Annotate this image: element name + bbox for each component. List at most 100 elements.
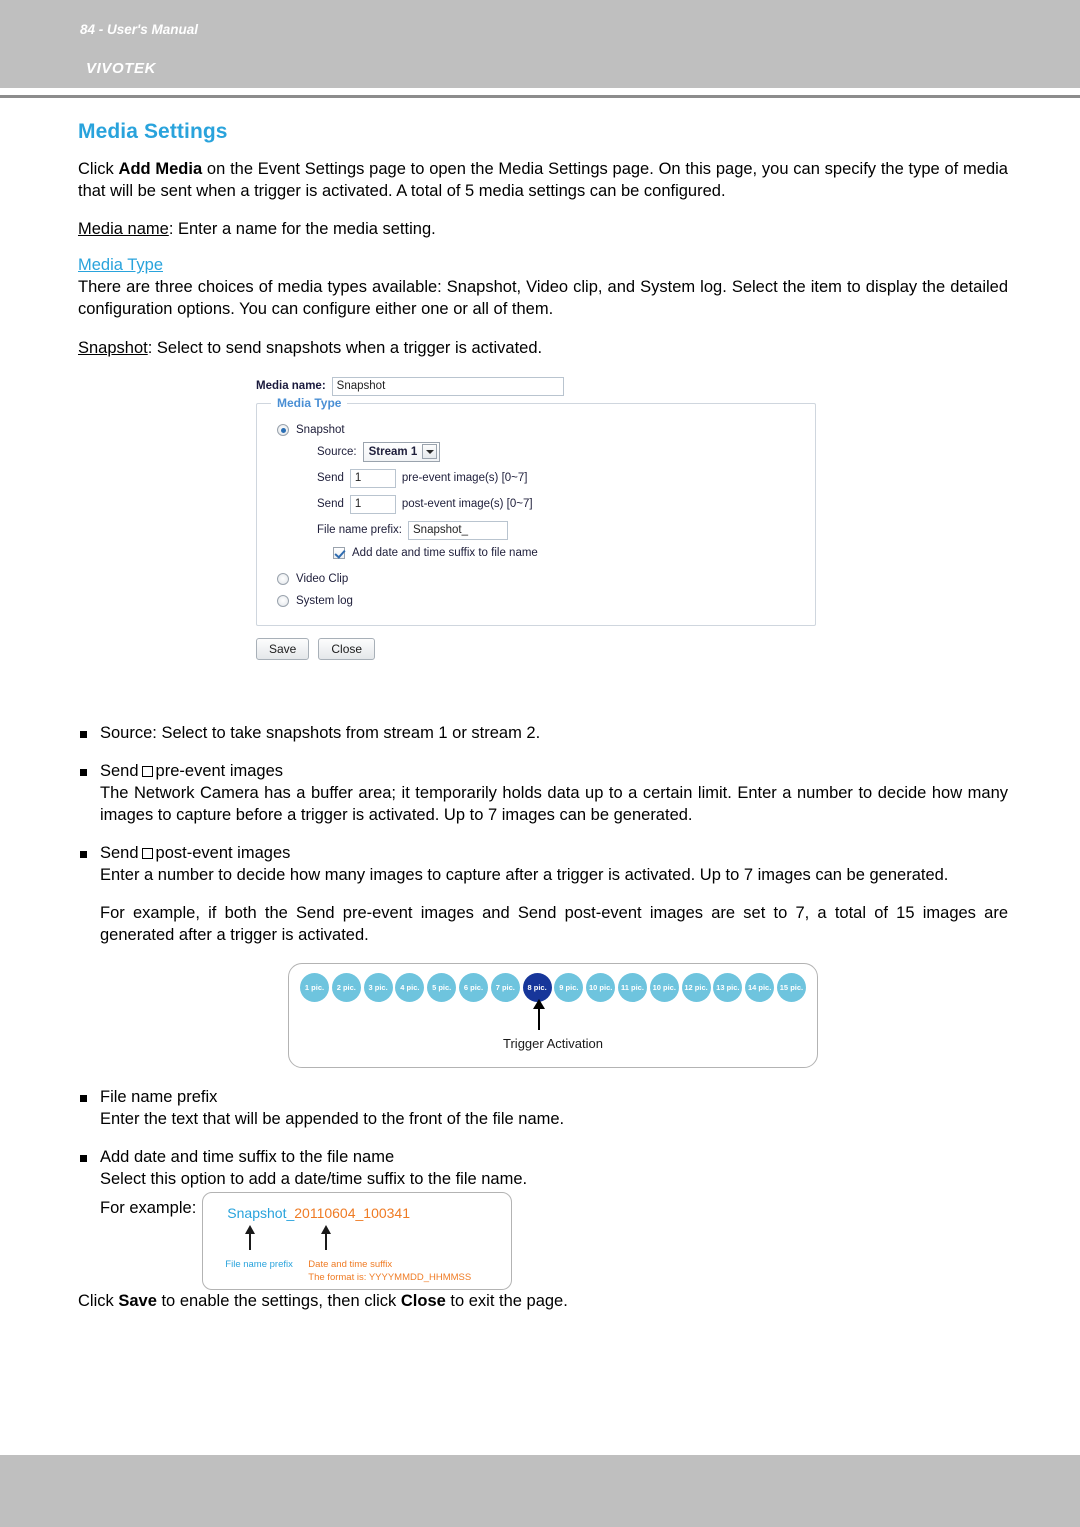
- radio-system-log-label: System log: [296, 594, 353, 607]
- pre-event-row: Send pre-event image(s) [0~7]: [317, 468, 803, 488]
- source-row: Source: Stream 1: [317, 441, 803, 462]
- radio-snapshot-icon[interactable]: [277, 423, 289, 436]
- media-type-paragraph: There are three choices of media types a…: [78, 278, 1008, 319]
- media-name-field-label: Media name:: [256, 380, 326, 393]
- bullet-pre-event-body: The Network Camera has a buffer area; it…: [100, 783, 1008, 824]
- post-event-send-label: Send: [317, 498, 344, 511]
- dialog-button-row: Save Close: [256, 637, 816, 660]
- media-name-input[interactable]: [331, 376, 564, 396]
- post-event-suffix-label: post-event image(s) [0~7]: [401, 498, 533, 511]
- inline-checkbox-icon: [141, 765, 153, 777]
- file-name-prefix-input[interactable]: [408, 520, 509, 540]
- example-paragraph: For example, if both the Send pre-event …: [100, 904, 1008, 945]
- filename-suffix-text: 20110604_100341: [294, 1204, 411, 1221]
- inline-checkbox-icon-2: [141, 848, 153, 860]
- header-divider: [0, 95, 1080, 98]
- add-suffix-checkbox-row[interactable]: Add date and time suffix to file name: [333, 546, 803, 559]
- footer-page-label: 84 - User's Manual: [80, 22, 199, 37]
- page-content: Media Settings Click Add Media on the Ev…: [78, 120, 1008, 1328]
- page-title: Media Settings: [78, 120, 228, 143]
- intro-paragraph: Click Add Media on the Event Settings pa…: [78, 158, 1008, 202]
- page-footer-band: [0, 1455, 1080, 1527]
- timeline-dot: 15 pic.: [776, 972, 806, 1002]
- closing-mid: to enable the settings, then click: [156, 1291, 401, 1310]
- timeline-dot: 5 pic.: [427, 972, 457, 1002]
- file-name-prefix-row: File name prefix:: [317, 520, 803, 540]
- snapshot-rest: : Select to send snapshots when a trigge…: [147, 338, 543, 357]
- checkbox-add-suffix-icon[interactable]: [333, 546, 345, 559]
- pre-event-suffix-label: pre-event image(s) [0~7]: [401, 472, 528, 485]
- prefix-arrow-icon: [244, 1224, 255, 1250]
- bullet-post-event-head: Send post-event images: [100, 842, 1008, 864]
- caption-file-name-prefix: File name prefix: [225, 1258, 293, 1270]
- bullet-source: Source: Select to take snapshots from st…: [78, 722, 1008, 744]
- closing-post: to exit the page.: [445, 1291, 568, 1310]
- timeline-dot: 12 pic.: [681, 972, 711, 1002]
- media-name-term: Media name: [78, 220, 169, 239]
- bullet-add-suffix-head: Add date and time suffix to the file nam…: [100, 1147, 395, 1166]
- caption-date-time-suffix: Date and time suffix: [308, 1258, 393, 1270]
- bullet-pre-event-head: Send pre-event images: [100, 760, 1008, 782]
- timeline-dot: 14 pic.: [745, 972, 775, 1002]
- timeline-dot: 11 pic.: [617, 972, 647, 1002]
- closing-bold-close: Close: [400, 1291, 446, 1310]
- timeline-dot: 9 pic.: [554, 972, 584, 1002]
- file-name-prefix-label: File name prefix:: [317, 524, 403, 537]
- snapshot-options-group: Source: Stream 1 Send pre-event image(s)…: [317, 441, 803, 559]
- source-select[interactable]: Stream 1: [362, 441, 441, 462]
- close-button[interactable]: Close: [318, 637, 376, 660]
- pre-event-count-input[interactable]: [349, 468, 396, 488]
- filename-example-row: For example: Snapshot_20110604_100341 Fi…: [78, 1191, 1008, 1290]
- save-button[interactable]: Save: [256, 637, 310, 660]
- filename-prefix-text: Snapshot_: [227, 1204, 295, 1221]
- brand-logo: VIVOTEK: [86, 60, 157, 77]
- radio-option-snapshot[interactable]: Snapshot: [277, 423, 803, 436]
- bullet-pre-event: Send pre-event images The Network Camera …: [78, 760, 1008, 826]
- media-name-rest: : Enter a name for the media setting.: [168, 220, 436, 239]
- radio-option-video-clip[interactable]: Video Clip: [277, 572, 803, 585]
- bullet-add-suffix: Add date and time suffix to the file nam…: [78, 1146, 1008, 1190]
- post-event-count-input[interactable]: [349, 494, 396, 514]
- timeline-dot: 13 pic.: [713, 972, 743, 1002]
- post-event-row: Send post-event image(s) [0~7]: [317, 494, 803, 514]
- chevron-down-icon[interactable]: [422, 444, 438, 460]
- closing-paragraph: Click Save to enable the settings, then …: [78, 1290, 1008, 1312]
- bullet-post-event-head-post: post-event images: [155, 844, 291, 863]
- timeline-dot-active: 8 pic.: [522, 972, 552, 1002]
- bullet-file-name-prefix-head: File name prefix: [100, 1087, 218, 1106]
- radio-system-log-icon[interactable]: [277, 594, 289, 607]
- timeline-dot: 10 pic.: [649, 972, 679, 1002]
- bullet-post-event-head-pre: Send: [100, 844, 139, 863]
- bullet-pre-event-head-post: pre-event images: [155, 761, 284, 780]
- media-name-row: Media name:: [256, 376, 816, 396]
- intro-bold-add-media: Add Media: [118, 160, 203, 178]
- filename-example-text: Snapshot_20110604_100341: [227, 1205, 410, 1221]
- for-example-label: For example:: [100, 1198, 197, 1217]
- timeline-dot: 3 pic.: [363, 972, 393, 1002]
- media-type-subheading: Media Type: [78, 256, 163, 275]
- bullet-add-suffix-body: Select this option to add a date/time su…: [100, 1169, 528, 1188]
- radio-video-clip-icon[interactable]: [277, 572, 289, 585]
- page-header-band: [0, 0, 1080, 88]
- media-name-definition: Media name: Enter a name for the media s…: [78, 218, 1008, 240]
- bullet-file-name-prefix-body: Enter the text that will be appended to …: [100, 1109, 565, 1128]
- bullet-source-head: Source: Select to take snapshots from st…: [100, 723, 541, 742]
- suffix-arrow-icon: [320, 1224, 331, 1250]
- caption-format: The format is: YYYYMMDD_HHMMSS: [308, 1271, 472, 1283]
- source-label: Source:: [317, 445, 357, 458]
- trigger-timeline-diagram: 1 pic. 2 pic. 3 pic. 4 pic. 5 pic. 6 pic…: [288, 962, 818, 1068]
- bullet-list-bottom: File name prefix Enter the text that wil…: [78, 1086, 1008, 1190]
- bullet-post-event-body: Enter a number to decide how many images…: [100, 866, 949, 885]
- add-suffix-checkbox-label: Add date and time suffix to file name: [352, 546, 538, 559]
- timeline-dot: 4 pic.: [395, 972, 425, 1002]
- intro-post: on the Event Settings page to open the M…: [78, 160, 1008, 201]
- trigger-arrow-icon: [533, 998, 545, 1030]
- timeline-dot: 1 pic.: [300, 972, 329, 1002]
- bullet-list-top: Source: Select to take snapshots from st…: [78, 722, 1008, 887]
- snapshot-definition: Snapshot: Select to send snapshots when …: [78, 337, 1008, 359]
- closing-pre: Click: [78, 1291, 119, 1310]
- pre-event-send-label: Send: [317, 472, 344, 485]
- radio-option-system-log[interactable]: System log: [277, 594, 803, 607]
- bullet-file-name-prefix: File name prefix Enter the text that wil…: [78, 1086, 1008, 1130]
- timeline-dot-row: 1 pic. 2 pic. 3 pic. 4 pic. 5 pic. 6 pic…: [289, 964, 817, 1002]
